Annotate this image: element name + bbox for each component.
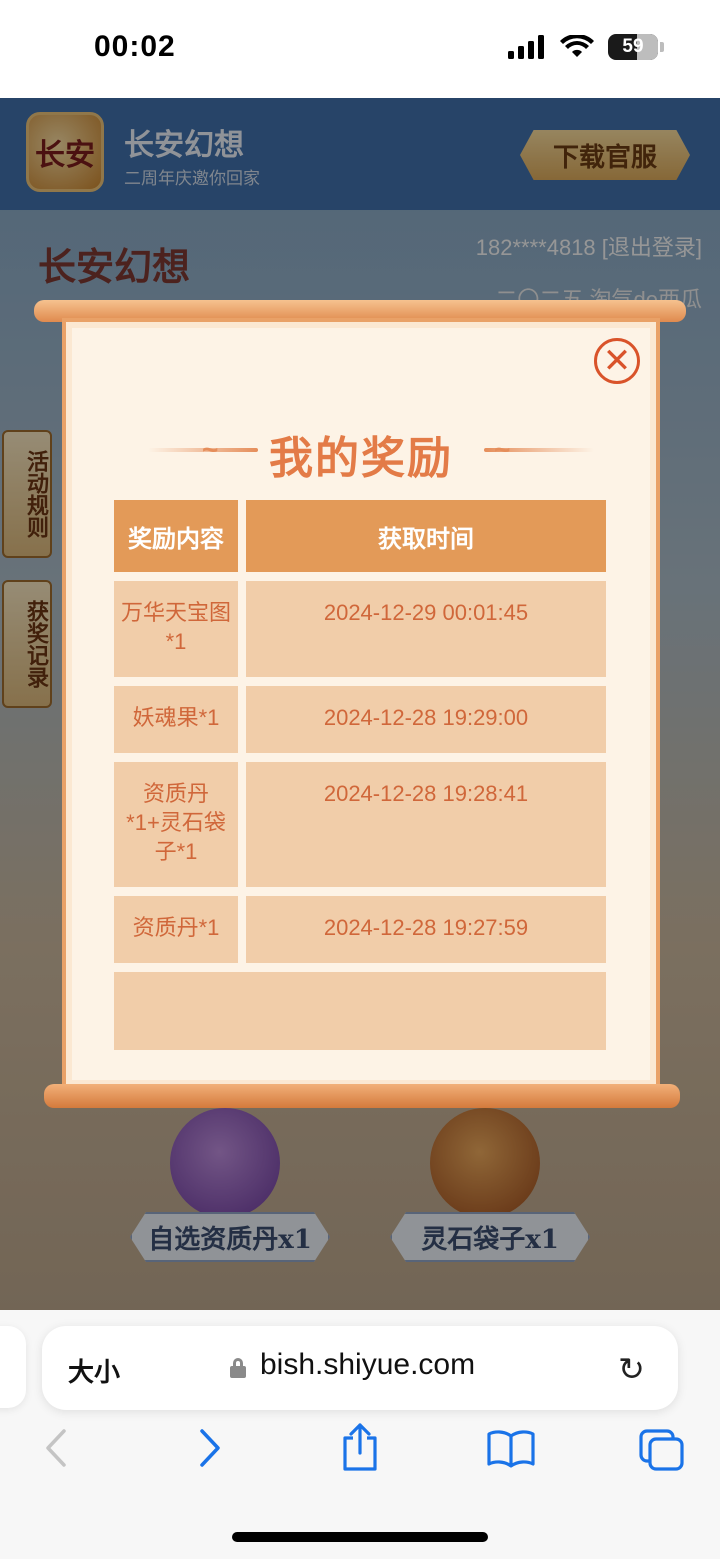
header-obtain-time: 获取时间 [246,500,606,572]
nav-buttons [0,1423,720,1488]
lock-icon [230,1358,246,1378]
rewards-table: 奖励内容 获取时间 万华天宝图*1 2024-12-29 00:01:45 妖魂… [114,500,606,1050]
header-reward-content: 奖励内容 [114,500,238,572]
reload-icon[interactable]: ↻ [618,1350,645,1388]
url-text[interactable]: bish.shiyue.com [260,1348,475,1382]
signal-icon [508,35,544,59]
battery-level: 59 [622,36,644,57]
address-bar[interactable]: 大小 bish.shiyue.com ↻ [42,1326,678,1410]
bookmarks-icon[interactable] [486,1428,536,1468]
reward-time: 2024-12-28 19:28:41 [246,762,606,887]
battery-icon: 59 [608,34,664,60]
reward-item: 资质丹*1+灵石袋子*1 [114,762,238,887]
previous-tab-peek[interactable] [0,1326,26,1408]
tabs-icon[interactable] [638,1428,686,1472]
table-row: 万华天宝图*1 2024-12-29 00:01:45 [114,581,606,677]
reward-item: 资质丹*1 [114,896,238,963]
modal-title: 我的奖励 [269,433,453,484]
scroll-rod-bottom [44,1084,680,1108]
table-row-empty [114,972,606,1050]
forward-icon[interactable] [198,1428,222,1468]
home-indicator [232,1532,488,1542]
title-decoration-right [484,448,594,452]
table-row: 妖魂果*1 2024-12-28 19:29:00 [114,686,606,753]
reward-item: 万华天宝图*1 [114,581,238,677]
text-size-button[interactable]: 大小 [68,1352,120,1389]
status-time: 00:02 [94,30,176,63]
table-row: 资质丹*1 2024-12-28 19:27:59 [114,896,606,963]
rewards-modal: ✕ ~ 我的奖励 ~ 奖励内容 获取时间 万华天宝图*1 2024-12-29 … [62,318,660,1090]
browser-toolbar: 大小 bish.shiyue.com ↻ [0,1310,720,1559]
table-header: 奖励内容 获取时间 [114,500,606,572]
reward-time: 2024-12-28 19:27:59 [246,896,606,963]
reward-time: 2024-12-29 00:01:45 [246,581,606,677]
table-row: 资质丹*1+灵石袋子*1 2024-12-28 19:28:41 [114,762,606,887]
close-icon[interactable]: ✕ [594,338,640,384]
reward-time: 2024-12-28 19:29:00 [246,686,606,753]
status-bar: 00:02 59 [0,0,720,98]
status-icons: 59 [508,34,664,60]
back-icon[interactable] [44,1428,68,1468]
wifi-icon [560,35,594,57]
reward-item: 妖魂果*1 [114,686,238,753]
share-icon[interactable] [340,1422,380,1472]
